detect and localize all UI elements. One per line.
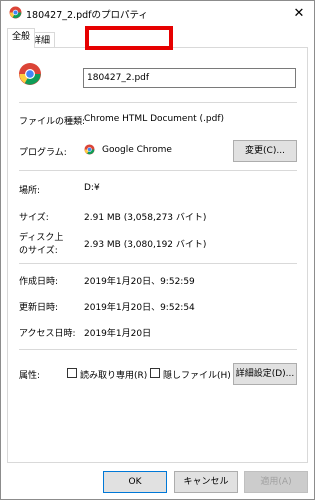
window-title: 180427_2.pdfのプロパティ [26, 10, 148, 21]
location-label: 場所: [19, 186, 41, 196]
change-program-button[interactable]: 変更(C)... [233, 140, 297, 162]
location-value: D:¥ [84, 183, 100, 193]
modified-value: 2019年1月20日、9:52:54 [84, 303, 195, 313]
readonly-label: 読み取り専用(R) [80, 371, 148, 381]
divider [19, 349, 297, 350]
chrome-icon [9, 6, 22, 19]
file-name-input[interactable]: 180427_2.pdf [83, 68, 296, 88]
title-bar: 180427_2.pdfのプロパティ ✕ [1, 1, 314, 26]
readonly-checkbox[interactable] [67, 368, 77, 378]
chrome-icon [19, 63, 41, 85]
divider [19, 263, 297, 264]
cancel-button[interactable]: キャンセル [174, 471, 238, 493]
apply-button[interactable]: 適用(A) [244, 471, 308, 493]
file-type-label: ファイルの種類: [19, 117, 86, 127]
created-label: 作成日時: [19, 277, 59, 287]
size-label: サイズ: [19, 213, 49, 223]
hidden-checkbox[interactable] [150, 368, 160, 378]
program-value: Google Chrome [102, 145, 172, 155]
advanced-attributes-button[interactable]: 詳細設定(D)... [233, 363, 297, 385]
size-value: 2.91 MB (3,058,273 バイト) [84, 213, 207, 223]
chrome-icon [84, 144, 95, 155]
annotation-highlight-box [85, 26, 173, 50]
divider [19, 170, 297, 171]
modified-label: 更新日時: [19, 303, 59, 313]
hidden-label: 隠しファイル(H) [163, 371, 231, 381]
properties-dialog: 180427_2.pdfのプロパティ ✕ 全般 詳細 180427_2.pdf … [0, 0, 315, 500]
ok-button[interactable]: OK [103, 471, 167, 493]
close-button[interactable]: ✕ [285, 1, 313, 26]
file-type-value: Chrome HTML Document (.pdf) [84, 114, 225, 124]
created-value: 2019年1月20日、9:52:59 [84, 277, 195, 287]
tab-general[interactable]: 全般 [7, 28, 36, 48]
accessed-value: 2019年1月20日 [84, 329, 152, 339]
disk-size-label-line2: のサイズ: [19, 246, 58, 256]
disk-size-value: 2.93 MB (3,080,192 バイト) [84, 240, 207, 250]
attributes-label: 属性: [19, 371, 41, 381]
accessed-label: アクセス日時: [19, 329, 76, 339]
disk-size-label-line1: ディスク上 [19, 233, 64, 243]
divider [19, 102, 297, 103]
program-label: プログラム: [19, 148, 67, 158]
